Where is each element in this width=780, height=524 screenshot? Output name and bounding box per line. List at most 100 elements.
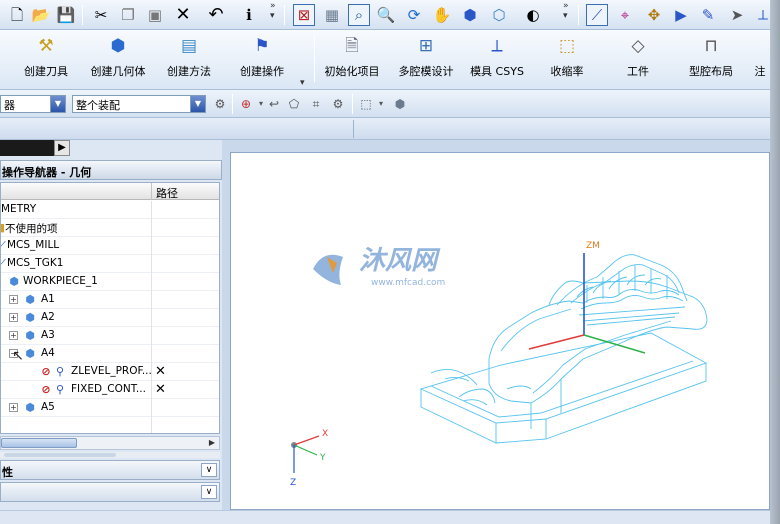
curve-rule-icon[interactable]: ↩ <box>266 96 282 112</box>
tree-row-a5[interactable]: + ⬢ A5 <box>1 399 219 417</box>
tree-row-mcs-mill[interactable]: ⟋ MCS_MILL <box>1 237 219 255</box>
create-operation-button[interactable]: ⚑ 创建操作 <box>233 34 291 86</box>
chevron-right-icon[interactable]: ▶ <box>206 437 218 449</box>
tree-row-workpiece[interactable]: ⬢ WORKPIECE_1 <box>1 273 219 291</box>
chevron-down-icon: ▼ <box>190 96 205 112</box>
type-filter-select[interactable]: 器 ▼ <box>0 95 66 113</box>
tree-row-unused-items[interactable]: ▮ 不使用的项 <box>1 219 219 237</box>
more-button[interactable]: 注 <box>752 34 768 86</box>
horizontal-scrollbar[interactable]: ▶ <box>0 436 220 450</box>
tree-column-header: 路径 <box>1 183 219 200</box>
tree-row-geometry[interactable]: METRY <box>1 201 219 219</box>
new-file-icon[interactable]: 🗋 <box>6 4 28 26</box>
pan-icon[interactable]: ✋ <box>431 4 453 26</box>
expand-icon[interactable]: + <box>9 331 18 340</box>
chevron-right-icon[interactable]: ▶ <box>54 140 70 156</box>
mold-csys-button[interactable]: ⟂ 模具 CSYS <box>470 34 524 86</box>
tree-row-a2[interactable]: + ⬢ A2 <box>1 309 219 327</box>
fixed-contour-operation-icon: ⚲ <box>55 383 65 396</box>
path-invalid-icon: ✕ <box>155 364 166 379</box>
column-path-header[interactable]: 路径 <box>151 183 178 200</box>
multi-cavity-icon: ⊞ <box>418 36 434 56</box>
create-tool-button[interactable]: ⚒ 创建刀具 <box>18 34 74 86</box>
move-icon[interactable]: ✥ <box>643 4 665 26</box>
multi-cavity-button[interactable]: ⊞ 多腔模设计 <box>395 34 457 86</box>
scrollbar-thumb[interactable] <box>1 438 77 448</box>
display-icon[interactable]: ⌖ <box>614 4 636 26</box>
select-filter-icon[interactable]: ⚙ <box>212 96 228 112</box>
cavity-layout-button[interactable]: ⊓ 型腔布局 <box>686 34 736 86</box>
triad-y-label: Y <box>319 453 326 463</box>
expand-icon[interactable]: + <box>9 295 18 304</box>
chevron-down-icon[interactable]: ∨ <box>201 463 217 477</box>
create-geometry-button[interactable]: ⬢ 创建几何体 <box>86 34 150 86</box>
expand-icon[interactable]: + <box>9 313 18 322</box>
chevron-down-icon: ▼ <box>50 96 65 112</box>
wireframe-view-icon[interactable]: ⬡ <box>488 4 510 26</box>
properties-section[interactable]: 性 ∨ <box>0 460 220 480</box>
expand-icon[interactable]: + <box>9 403 18 412</box>
create-method-button[interactable]: ▤ 创建方法 <box>164 34 214 86</box>
create-geometry-icon: ⬢ <box>110 36 126 56</box>
info-icon[interactable]: ℹ <box>238 4 260 26</box>
status-strip <box>0 510 780 524</box>
tree-row-operation[interactable]: ⊘ ⚲ ZLEVEL_PROF... ✕ <box>1 363 219 381</box>
fit-view-icon[interactable]: ⊠ <box>293 4 315 26</box>
delete-icon[interactable]: ✕ <box>172 4 194 26</box>
edit-icon[interactable]: ✎ <box>697 4 719 26</box>
copy-icon[interactable]: ❐ <box>117 4 139 26</box>
init-project-button[interactable]: 🗎 初始化项目 <box>322 34 382 86</box>
resource-strip <box>0 118 780 140</box>
zoom-icon[interactable]: ⌕ <box>348 4 370 26</box>
chevron-down-icon[interactable]: ∨ <box>201 485 217 499</box>
undo-icon[interactable]: ↶ <box>205 4 227 26</box>
rotate-icon[interactable]: ⟳ <box>403 4 425 26</box>
zoom-in-icon[interactable]: 🔍 <box>375 4 397 26</box>
open-folder-icon[interactable]: 📂 <box>30 4 52 26</box>
save-icon[interactable]: 💾 <box>55 4 77 26</box>
wcs-icon[interactable]: ⟋ <box>586 4 608 26</box>
render-style-icon[interactable]: ◐ <box>522 4 544 26</box>
snap-point-icon[interactable]: ⊕ <box>238 96 254 112</box>
cut-icon[interactable]: ✂ <box>90 4 112 26</box>
tree-row-mcs-tgk1[interactable]: ⟋ MCS_TGK1 <box>1 255 219 273</box>
workpiece-button[interactable]: ◇ 工件 <box>622 34 654 86</box>
tree-row-a1[interactable]: + ⬢ A1 <box>1 291 219 309</box>
tree-row-a3[interactable]: + ⬢ A3 <box>1 327 219 345</box>
play-icon[interactable]: ▶ <box>670 4 692 26</box>
graphics-viewport[interactable]: 沐风网 www.mfcad.com ZM X Y Z <box>230 152 770 510</box>
axis-zm-label: ZM <box>586 241 600 251</box>
path-invalid-icon: ✕ <box>155 382 166 397</box>
watermark-title: 沐风网 <box>359 246 441 276</box>
feature-rule-icon[interactable]: ⚙ <box>330 96 346 112</box>
rectangle-select-icon[interactable]: ⬚ <box>358 96 374 112</box>
shrinkage-button[interactable]: ⬚ 收缩率 <box>547 34 587 86</box>
shaded-view-icon[interactable]: ⬢ <box>459 4 481 26</box>
zoom-window-icon[interactable]: ▦ <box>321 4 343 26</box>
details-section[interactable]: ∨ <box>0 482 220 502</box>
operation-navigator-panel: ▶ 操作导航器 - 几何 路径 METRY ▮ 不使用的项 ⟋ MCS_MILL… <box>0 140 222 510</box>
navigator-tree: 路径 METRY ▮ 不使用的项 ⟋ MCS_MILL ⟋ MCS_TGK1 ⬢… <box>0 182 220 434</box>
toolbar-overflow-icon[interactable]: » ▾ <box>270 1 276 21</box>
selection-toolbar: 器 ▼ 整个装配 ▼ ⚙ ⊕ ▾ ↩ ⬠ ⌗ ⚙ ⬚ ▾ ⬢ <box>0 90 780 118</box>
create-tool-icon: ⚒ <box>38 36 54 56</box>
mold-csys-icon: ⟂ <box>491 36 503 56</box>
view-object-icon[interactable]: ⬢ <box>392 96 408 112</box>
secondary-scrollbar[interactable] <box>0 452 220 458</box>
paste-icon[interactable]: ▣ <box>144 4 166 26</box>
tree-row-a4[interactable]: − ⬢ A4 ↖ <box>1 345 219 363</box>
selection-scope-select[interactable]: 整个装配 ▼ <box>72 95 206 113</box>
select-icon[interactable]: ➤ <box>726 4 748 26</box>
toolbar-overflow-icon-2[interactable]: » ▾ <box>563 1 569 21</box>
geometry-icon: ⬢ <box>25 311 35 324</box>
panel-splitter[interactable] <box>222 140 230 510</box>
tree-row-operation[interactable]: ⊘ ⚲ FIXED_CONT... ✕ <box>1 381 219 399</box>
workpiece-wireframe <box>419 254 708 444</box>
body-rule-icon[interactable]: ⌗ <box>308 96 324 112</box>
face-rule-icon[interactable]: ⬠ <box>286 96 302 112</box>
toolbar-dropdown-icon[interactable]: ▾ <box>300 78 305 88</box>
standard-toolbar: 🗋 📂 💾 ✂ ❐ ▣ ✕ ↶ ℹ » ▾ ⊠ ▦ ⌕ 🔍 ⟳ ✋ ⬢ ⬡ ◐ »… <box>0 0 780 30</box>
chevron-down-icon[interactable]: ▾ <box>373 96 389 112</box>
model-view: 沐风网 www.mfcad.com ZM X Y Z <box>290 241 708 488</box>
geometry-icon: ⬢ <box>25 329 35 342</box>
